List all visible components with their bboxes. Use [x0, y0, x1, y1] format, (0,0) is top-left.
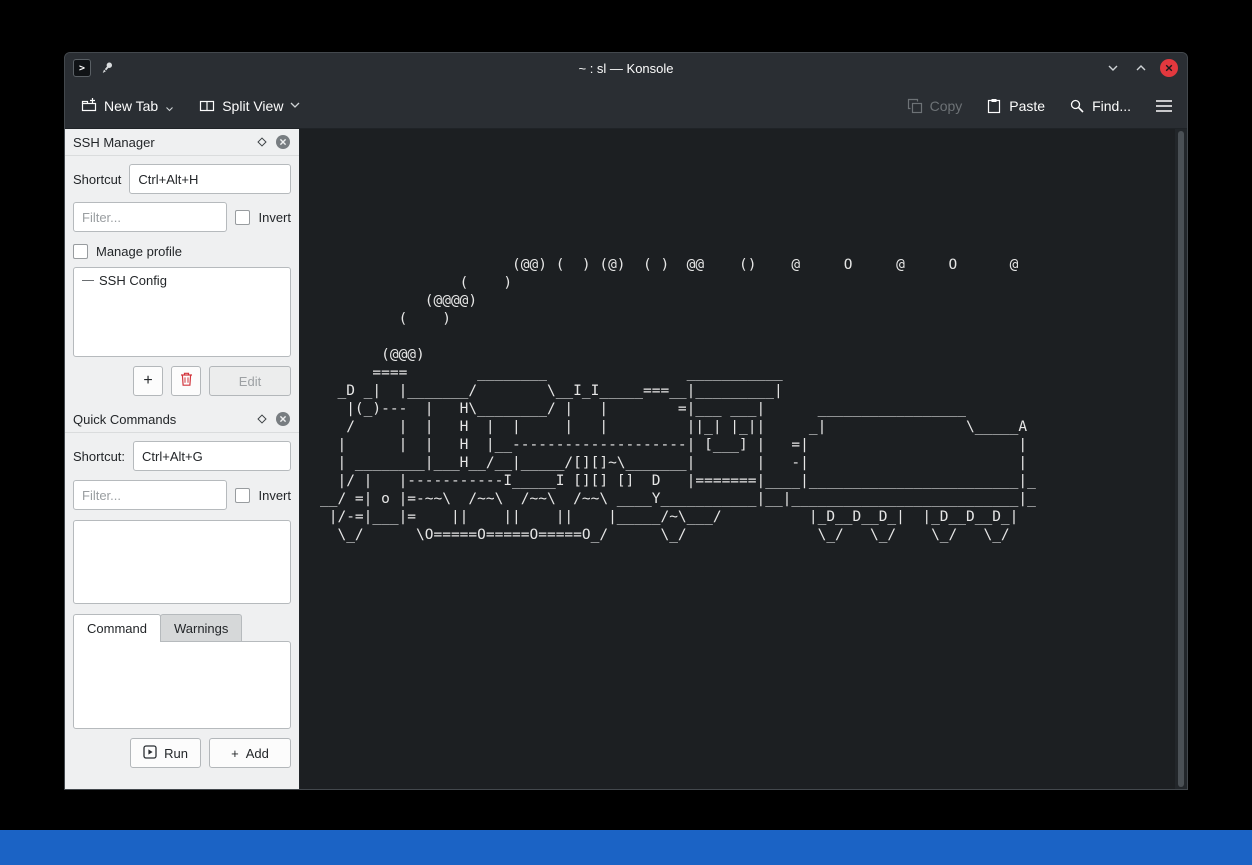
- add-button[interactable]: + Add: [209, 738, 291, 768]
- tree-branch-icon: [82, 280, 94, 281]
- taskbar[interactable]: [0, 830, 1252, 865]
- float-panel-icon[interactable]: [257, 137, 267, 147]
- qc-filter-input[interactable]: [73, 480, 227, 510]
- sidebar: SSH Manager: [65, 129, 300, 789]
- terminal-scrollbar[interactable]: [1175, 129, 1187, 789]
- close-panel-icon[interactable]: [275, 134, 291, 150]
- new-tab-dropdown-arrow[interactable]: [166, 107, 173, 112]
- ssh-shortcut-input[interactable]: [129, 164, 291, 194]
- ssh-add-button[interactable]: +: [133, 366, 163, 396]
- trash-icon: [180, 372, 193, 391]
- qc-tab-bar: Command Warnings: [73, 614, 291, 642]
- konsole-app-icon: >: [73, 59, 91, 77]
- ssh-edit-button[interactable]: Edit: [209, 366, 291, 396]
- pin-icon[interactable]: [99, 60, 115, 76]
- split-view-dropdown-arrow[interactable]: [290, 102, 300, 109]
- plus-icon: +: [231, 746, 239, 761]
- close-icon: [1160, 59, 1178, 77]
- quick-commands-title: Quick Commands: [73, 412, 249, 427]
- scrollbar-handle[interactable]: [1178, 131, 1184, 787]
- paste-button[interactable]: Paste: [986, 98, 1045, 114]
- new-tab-label: New Tab: [104, 98, 158, 114]
- tab-warnings[interactable]: Warnings: [160, 614, 242, 642]
- ssh-invert-label: Invert: [258, 210, 291, 225]
- quick-commands-panel: Quick Commands: [65, 406, 299, 768]
- hamburger-menu-button[interactable]: [1155, 99, 1173, 113]
- split-view-button[interactable]: Split View: [199, 98, 300, 114]
- float-panel-icon[interactable]: [257, 414, 267, 424]
- add-label: Add: [246, 746, 269, 761]
- ssh-delete-button[interactable]: [171, 366, 201, 396]
- ssh-shortcut-label: Shortcut: [73, 172, 121, 187]
- split-view-label: Split View: [222, 98, 283, 114]
- manage-profile-checkbox[interactable]: [73, 244, 88, 259]
- run-icon: [143, 745, 157, 762]
- run-button[interactable]: Run: [130, 738, 201, 768]
- minimize-button[interactable]: [1103, 58, 1123, 78]
- tree-item-label: SSH Config: [99, 273, 167, 288]
- konsole-window: > ~ : sl — Konsole: [64, 52, 1188, 790]
- ssh-manager-title: SSH Manager: [73, 135, 249, 150]
- qc-shortcut-label: Shortcut:: [73, 449, 125, 464]
- qc-shortcut-input[interactable]: [133, 441, 291, 471]
- ssh-filter-input[interactable]: [73, 202, 227, 232]
- tree-item-ssh-config[interactable]: SSH Config: [74, 268, 290, 288]
- maximize-button[interactable]: [1131, 58, 1151, 78]
- qc-invert-label: Invert: [258, 488, 291, 503]
- ssh-config-tree[interactable]: SSH Config: [73, 267, 291, 357]
- manage-profile-label: Manage profile: [96, 244, 182, 259]
- copy-icon: [907, 98, 923, 114]
- new-tab-button[interactable]: New Tab: [81, 98, 173, 114]
- close-panel-icon[interactable]: [275, 411, 291, 427]
- ssh-manager-header: SSH Manager: [65, 129, 299, 156]
- run-label: Run: [164, 746, 188, 761]
- search-icon: [1069, 98, 1085, 114]
- copy-button[interactable]: Copy: [907, 98, 963, 114]
- terminal-area[interactable]: (@@) ( ) (@) ( ) @@ () @ O @ O @ ( ) (@@…: [300, 129, 1187, 789]
- close-button[interactable]: [1159, 58, 1179, 78]
- titlebar[interactable]: > ~ : sl — Konsole: [65, 53, 1187, 83]
- ssh-manager-panel: SSH Manager: [65, 129, 299, 406]
- copy-label: Copy: [930, 98, 963, 114]
- desktop: > ~ : sl — Konsole: [0, 0, 1252, 865]
- new-tab-icon: [81, 98, 97, 114]
- tab-command[interactable]: Command: [73, 614, 161, 642]
- terminal-output: (@@) ( ) (@) ( ) @@ () @ O @ O @ ( ) (@@…: [320, 256, 1036, 544]
- hamburger-icon: [1155, 99, 1173, 113]
- ssh-invert-checkbox[interactable]: [235, 210, 250, 225]
- find-label: Find...: [1092, 98, 1131, 114]
- quick-commands-list[interactable]: [73, 520, 291, 604]
- quick-commands-header: Quick Commands: [65, 406, 299, 433]
- qc-invert-checkbox[interactable]: [235, 488, 250, 503]
- split-view-icon: [199, 98, 215, 114]
- paste-label: Paste: [1009, 98, 1045, 114]
- find-button[interactable]: Find...: [1069, 98, 1131, 114]
- main-toolbar: New Tab Split View: [65, 83, 1187, 129]
- window-title: ~ : sl — Konsole: [65, 61, 1187, 76]
- paste-icon: [986, 98, 1002, 114]
- command-editor[interactable]: [73, 641, 291, 729]
